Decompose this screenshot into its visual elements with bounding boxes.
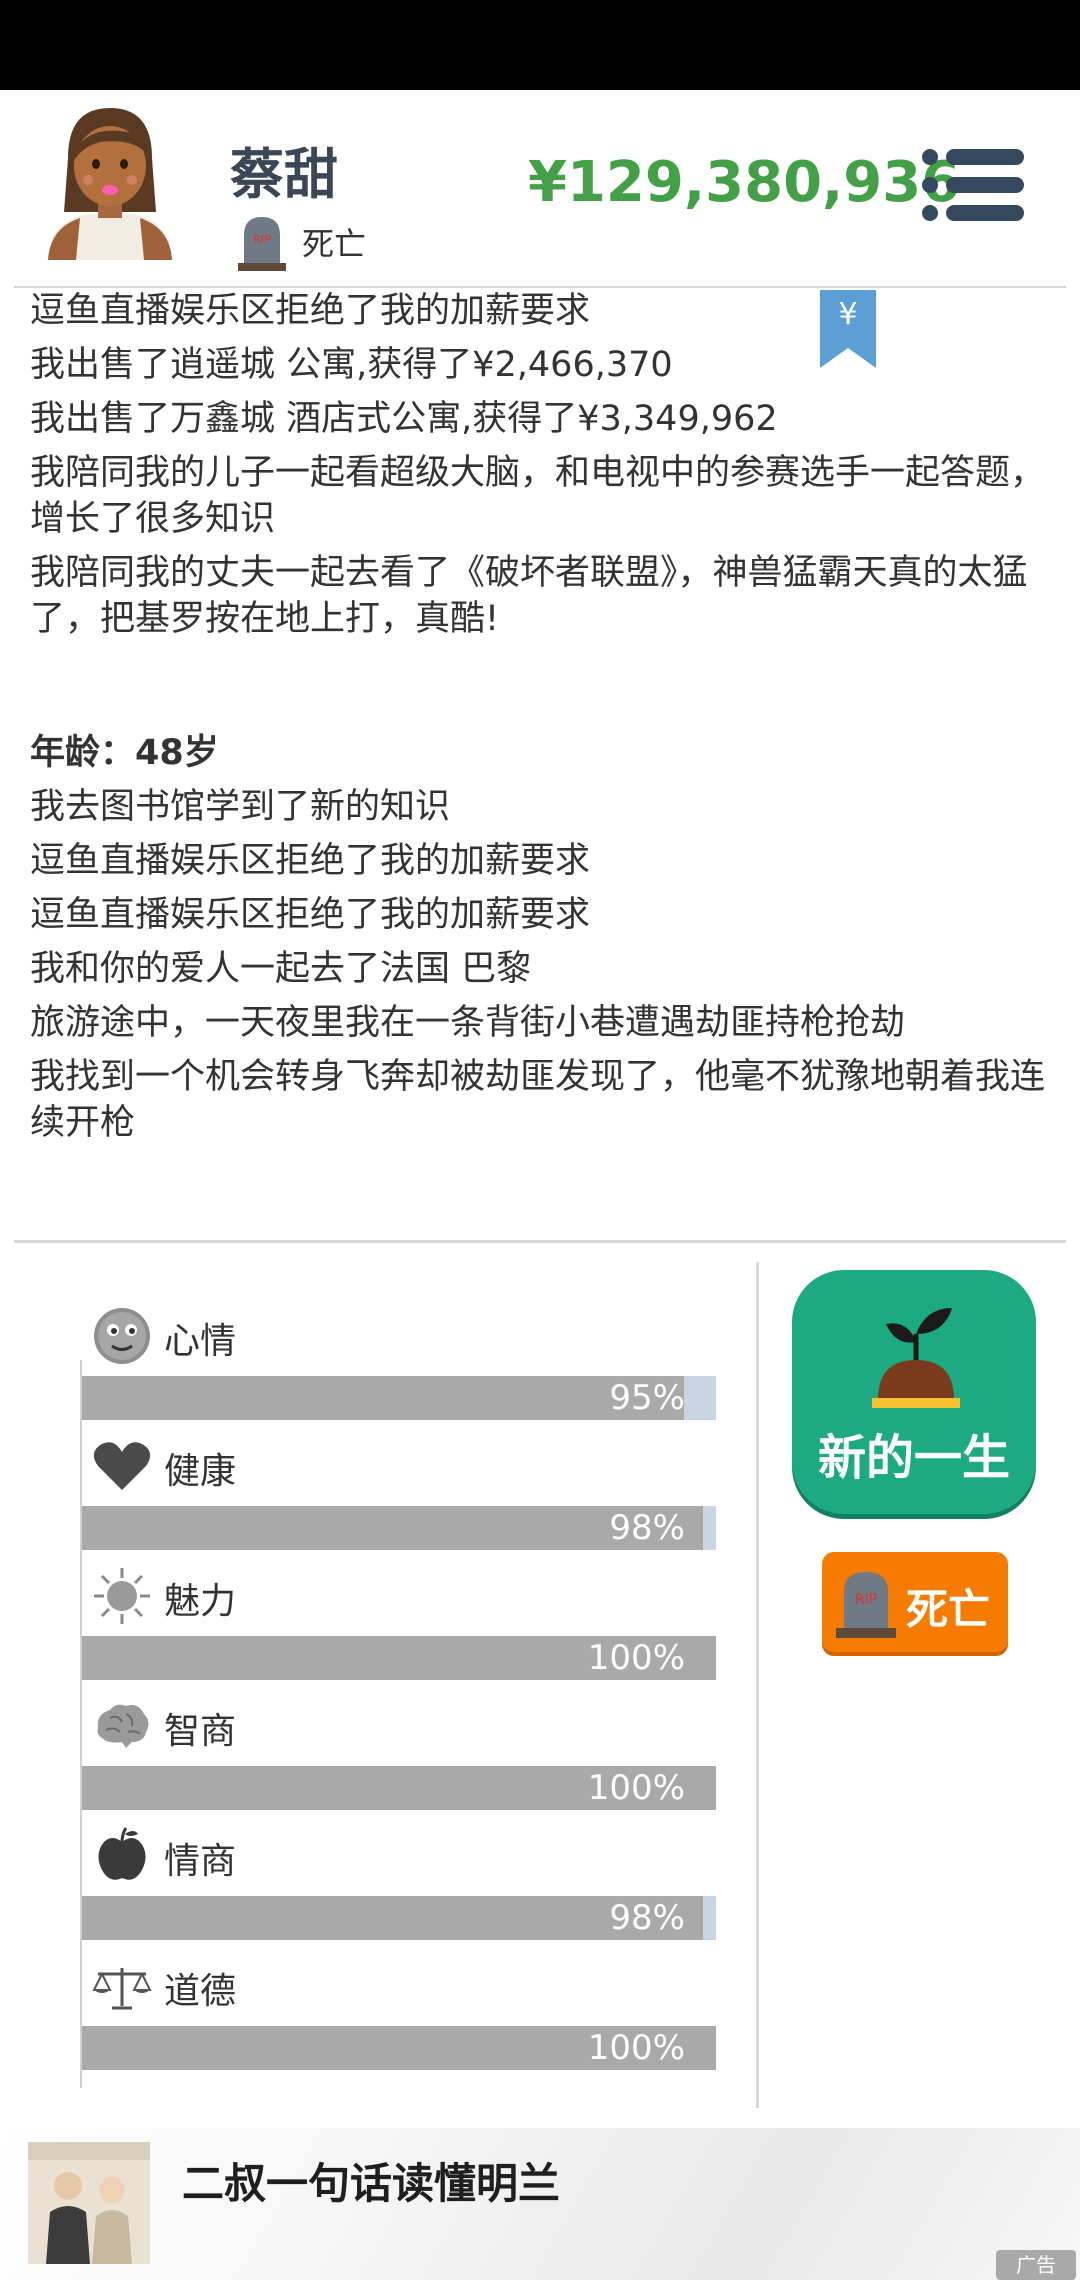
stat-percent: 100% [587,1638,685,1678]
stat-percent: 100% [587,1768,685,1808]
new-life-button[interactable]: 新的一生 [792,1270,1036,1514]
log-entry: 我陪同我的丈夫一起去看了《破坏者联盟》，神兽猛霸天真的太猛了，把基罗按在地上打，… [30,553,1028,639]
log-entry: 我和你的爱人一起去了法国 巴黎 [30,949,532,989]
stat-percent: 98% [609,1898,685,1938]
stat-label: 健康 [164,1451,237,1492]
log-entry: 我找到一个机会转身飞奔却被劫匪发现了，他毫不犹豫地朝着我连续开枪 [30,1057,1046,1143]
money-amount: ¥129,380,936 [528,150,961,215]
svg-text:RIP: RIP [253,233,271,246]
stat-label: 魅力 [164,1581,237,1622]
stat-morality: 道德 100% [82,1956,717,2070]
sprout-icon [872,1308,960,1408]
tombstone-icon: RIP [836,1572,896,1638]
stat-eq: 情商 98% [82,1826,717,1940]
smiley-face-icon [94,1308,150,1364]
money-bookmark-icon[interactable]: ¥ [820,290,876,368]
heart-icon [93,1442,151,1490]
apple-icon [98,1827,146,1880]
stat-iq: 智商 100% [82,1696,717,1810]
life-log[interactable]: 逗鱼直播娱乐区拒绝了我的加薪要求 我出售了逍遥城 公寓,获得了¥2,466,37… [30,288,1050,1206]
brain-icon [97,1704,149,1748]
age-heading: 年龄：48岁 [30,733,219,773]
svg-text:¥: ¥ [838,297,857,332]
death-button[interactable]: RIP 死亡 [822,1552,1008,1652]
scales-icon [92,1968,152,2010]
stat-label: 心情 [164,1321,237,1362]
stat-label: 道德 [164,1971,237,2012]
stat-health: 健康 98% [82,1436,717,1550]
status-bar [0,0,1080,90]
stat-label: 情商 [164,1841,237,1882]
section-divider [14,1240,1066,1243]
stat-percent: 98% [609,1508,685,1548]
ad-thumbnail [28,2142,150,2264]
avatar [48,108,172,260]
stat-percent: 95% [609,1378,685,1418]
panel-divider [756,1262,759,2108]
log-entry: 我去图书馆学到了新的知识 [30,787,451,827]
ad-badge: 广告 [996,2250,1076,2280]
sun-icon [94,1568,150,1624]
log-entry: 逗鱼直播娱乐区拒绝了我的加薪要求 [30,291,591,331]
status-text: 死亡 [302,225,367,263]
log-entry: 旅游途中，一天夜里我在一条背街小巷遭遇劫匪持枪抢劫 [30,1003,906,1043]
log-entry: 逗鱼直播娱乐区拒绝了我的加薪要求 [30,841,591,881]
log-entry: 逗鱼直播娱乐区拒绝了我的加薪要求 [30,895,591,935]
log-entry: 我出售了万鑫城 酒店式公寓,获得了¥3,349,962 [30,399,778,439]
stat-charm: 魅力 100% [82,1566,717,1680]
svg-text:RIP: RIP [855,1592,877,1608]
log-entry: 我陪同我的儿子一起看超级大脑，和电视中的参赛选手一起答题，增长了很多知识 [30,453,1046,539]
stat-mood: 心情 95% [82,1306,717,1420]
log-entry: 我出售了逍遥城 公寓,获得了¥2,466,370 [30,345,673,385]
stat-percent: 100% [587,2028,685,2068]
ad-banner[interactable]: 二叔一句话读懂明兰 广告 [0,2128,1080,2280]
ad-title: 二叔一句话读懂明兰 [182,2159,561,2208]
tombstone-icon: RIP [238,217,286,271]
character-name: 蔡甜 [230,143,338,206]
menu-icon[interactable] [920,145,1026,225]
new-life-label: 新的一生 [817,1430,1010,1486]
stat-label: 智商 [164,1711,237,1752]
death-label: 死亡 [906,1585,991,1634]
life-status: RIP 死亡 [236,212,366,272]
